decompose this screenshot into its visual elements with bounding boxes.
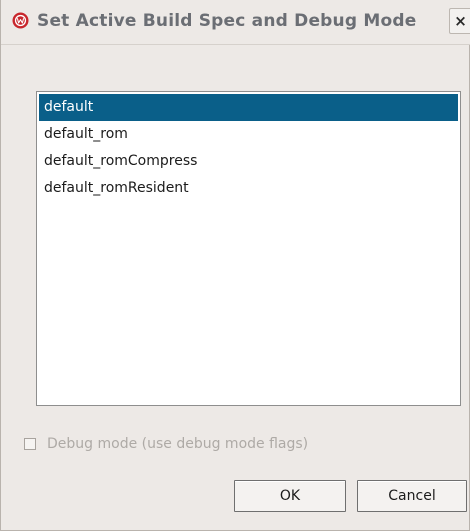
build-spec-list[interactable]: default default_rom default_romCompress …: [36, 91, 461, 406]
cancel-button[interactable]: Cancel: [357, 480, 467, 512]
list-item-default-rom-resident[interactable]: default_romResident: [39, 175, 458, 202]
dialog-window: Set Active Build Spec and Debug Mode × d…: [0, 0, 470, 531]
list-item-default-rom-compress[interactable]: default_romCompress: [39, 148, 458, 175]
close-button[interactable]: ×: [449, 8, 470, 34]
title-bar[interactable]: Set Active Build Spec and Debug Mode ×: [1, 0, 470, 45]
list-item-default[interactable]: default: [39, 94, 458, 121]
close-icon: ×: [454, 12, 467, 30]
list-item-default-rom[interactable]: default_rom: [39, 121, 458, 148]
dialog-title: Set Active Build Spec and Debug Mode: [37, 11, 417, 31]
debug-mode-checkbox[interactable]: [24, 438, 36, 450]
ok-button[interactable]: OK: [234, 480, 346, 512]
debug-mode-label: Debug mode (use debug mode flags): [47, 436, 309, 452]
wind-river-logo-icon: [12, 12, 29, 29]
